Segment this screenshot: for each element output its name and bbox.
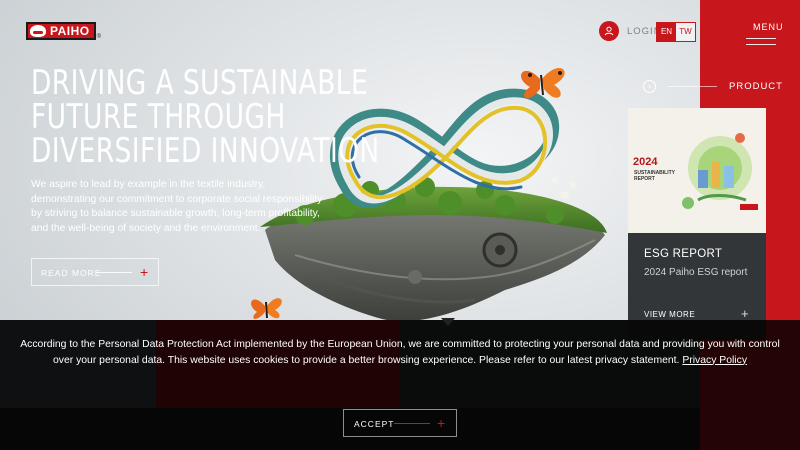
butterfly-illustration [251,298,282,319]
lang-en-button[interactable]: EN [657,23,676,41]
menu-label: MENU [753,22,784,32]
logo-badge: PAIHO [26,22,96,40]
lang-tw-button[interactable]: TW [676,23,695,41]
cookie-text-line2: over your personal data. This website us… [52,354,680,366]
cookie-text-line1: According to the Personal Data Protectio… [20,339,780,350]
esg-report-cover: 2024 SUSTAINABILITY REPORT [628,108,766,233]
hero-title-line: DRIVING A SUSTAINABLE [31,63,369,103]
privacy-policy-link[interactable]: Privacy Policy [682,355,747,366]
view-more-link[interactable]: VIEW MORE [644,310,695,319]
cover-title-line2: REPORT [634,176,655,182]
registered-mark: ® [96,34,102,40]
hero-title: DRIVING A SUSTAINABLE FUTURE THROUGH DIV… [31,63,380,171]
hero-title-line: DIVERSIFIED INNOVATION [31,131,380,171]
read-more-divider [96,272,132,273]
accept-cookies-button[interactable]: ACCEPT + [343,409,457,437]
accept-divider [394,423,430,424]
plus-icon: + [741,306,749,321]
user-icon [604,26,614,36]
plus-icon: + [437,415,446,431]
cover-year: 2024 [633,156,658,168]
language-switcher: EN TW [656,22,696,42]
logo-text: PAIHO [50,24,90,38]
paiho-logo[interactable]: PAIHO ® [26,22,101,40]
plus-icon: + [140,264,149,280]
hamburger-line-icon [746,38,776,39]
accept-label: ACCEPT [354,419,395,429]
card-description: 2024 Paiho ESG report [644,267,748,278]
product-divider [667,86,717,87]
hero-title-line: FUTURE THROUGH [31,97,286,137]
cookie-notice-text: According to the Personal Data Protectio… [18,337,782,368]
hamburger-line-icon [746,44,776,45]
logo-mark-icon [30,25,46,37]
hero-description: We aspire to lead by example in the text… [31,179,323,234]
user-account-button[interactable] [599,21,619,41]
read-more-button[interactable]: READ MORE + [31,258,159,286]
card-title: ESG REPORT [644,248,723,260]
esg-report-card[interactable]: 2024 SUSTAINABILITY REPORT ESG REPORT 20… [628,108,766,340]
arrow-right-icon[interactable]: › [643,80,656,93]
read-more-label: READ MORE [41,268,102,278]
product-link[interactable]: PRODUCT [729,81,783,92]
